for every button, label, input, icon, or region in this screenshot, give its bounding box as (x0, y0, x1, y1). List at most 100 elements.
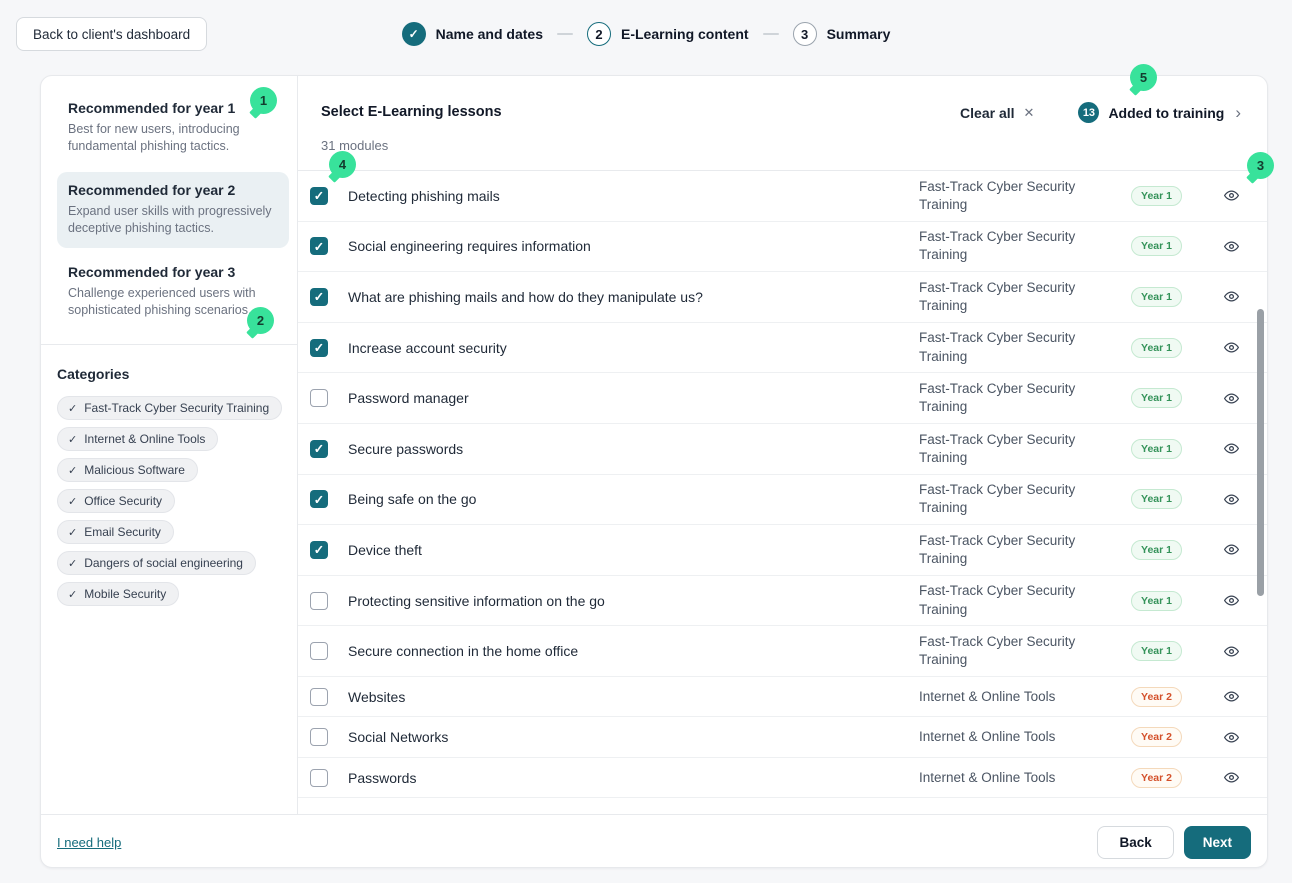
preview-eye-icon[interactable] (1204, 289, 1259, 304)
preview-eye-icon[interactable] (1204, 391, 1259, 406)
lesson-row[interactable]: ✓ What are phishing mails and how do they… (298, 272, 1267, 323)
category-chip-dangers-of-social-engineering[interactable]: ✓Dangers of social engineering (57, 551, 256, 575)
lesson-name: What are phishing mails and how do they … (348, 289, 919, 305)
lesson-row[interactable]: Secure connection in the home officeFast… (298, 626, 1267, 677)
clear-all-button[interactable]: Clear all ✕ (960, 105, 1034, 121)
lesson-panel-header: Select E-Learning lessons 31 modules Cle… (298, 76, 1267, 171)
lesson-checkbox[interactable]: ✓ (310, 541, 328, 559)
category-chip-mobile-security[interactable]: ✓Mobile Security (57, 582, 179, 606)
year-badge: Year 1 (1131, 439, 1182, 459)
clear-all-label: Clear all (960, 105, 1014, 121)
sidebar: Recommended for year 1Best for new users… (41, 76, 298, 814)
year-badge: Year 1 (1131, 338, 1182, 358)
recommendation-list: Recommended for year 1Best for new users… (57, 90, 289, 330)
preview-eye-icon[interactable] (1204, 340, 1259, 355)
recommendation-description: Challenge experienced users with sophist… (68, 285, 278, 318)
wizard-stepper: ✓Name and dates 2E-Learning content 3Summa… (0, 22, 1292, 46)
step-label: E-Learning content (621, 26, 749, 42)
preview-eye-icon[interactable] (1204, 730, 1259, 745)
lesson-checkbox[interactable]: ✓ (310, 440, 328, 458)
recommendation-title: Recommended for year 3 (68, 264, 278, 280)
preview-eye-icon[interactable] (1204, 239, 1259, 254)
year-badge: Year 2 (1131, 727, 1182, 747)
lesson-row[interactable]: Protecting sensitive information on the … (298, 576, 1267, 627)
category-chip-email-security[interactable]: ✓Email Security (57, 520, 174, 544)
lesson-checkbox[interactable]: ✓ (310, 490, 328, 508)
lesson-category: Fast-Track Cyber Security Training (919, 380, 1109, 416)
lesson-row[interactable]: ✓Detecting phishing mailsFast-Track Cybe… (298, 171, 1267, 222)
lesson-name: Passwords (348, 770, 919, 786)
lesson-name: Being safe on the go (348, 491, 919, 507)
step-name-and-dates[interactable]: ✓Name and dates (402, 22, 543, 46)
preview-eye-icon[interactable] (1204, 689, 1259, 704)
lesson-row[interactable]: ✓Secure passwordsFast-Track Cyber Securi… (298, 424, 1267, 475)
lesson-checkbox[interactable]: ✓ (310, 187, 328, 205)
lesson-checkbox[interactable] (310, 642, 328, 660)
step-summary[interactable]: 3Summary (793, 22, 891, 46)
added-count-badge: 13 (1078, 102, 1099, 123)
category-chip-label: Email Security (84, 525, 161, 539)
footer-buttons: Back Next (1097, 826, 1251, 859)
check-icon: ✓ (68, 495, 77, 508)
check-icon: ✓ (68, 402, 77, 415)
lesson-name: Websites (348, 689, 919, 705)
sidebar-divider (41, 344, 297, 345)
lesson-checkbox[interactable] (310, 389, 328, 407)
preview-eye-icon[interactable] (1204, 441, 1259, 456)
lesson-row[interactable] (298, 798, 1267, 814)
lesson-row[interactable]: PasswordsInternet & Online ToolsYear 2 (298, 758, 1267, 799)
year-badge: Year 2 (1131, 768, 1182, 788)
preview-eye-icon[interactable] (1204, 770, 1259, 785)
annotation-balloon-4: 4 (329, 151, 356, 178)
lesson-category: Internet & Online Tools (919, 728, 1109, 746)
categories-title: Categories (57, 366, 289, 382)
lesson-year-cell: Year 2 (1109, 687, 1204, 707)
lesson-name: Password manager (348, 390, 919, 406)
category-chip-row: ✓Internet & Online Tools (57, 427, 289, 458)
year-badge: Year 1 (1131, 287, 1182, 307)
preview-eye-icon[interactable] (1204, 593, 1259, 608)
lesson-checkbox[interactable] (310, 728, 328, 746)
lesson-checkbox[interactable]: ✓ (310, 339, 328, 357)
panel-title: Select E-Learning lessons (321, 104, 502, 120)
added-to-training-button[interactable]: 13 Added to training › (1078, 102, 1241, 123)
back-button[interactable]: Back (1097, 826, 1173, 859)
annotation-balloon-1: 1 (250, 87, 277, 114)
preview-eye-icon[interactable] (1204, 542, 1259, 557)
lesson-row[interactable]: WebsitesInternet & Online ToolsYear 2 (298, 677, 1267, 718)
lesson-checkbox[interactable]: ✓ (310, 288, 328, 306)
lesson-checkbox[interactable] (310, 592, 328, 610)
preview-eye-icon[interactable] (1204, 492, 1259, 507)
lesson-category: Fast-Track Cyber Security Training (919, 633, 1109, 669)
step-e-learning-content[interactable]: 2E-Learning content (587, 22, 749, 46)
category-chip-malicious-software[interactable]: ✓Malicious Software (57, 458, 198, 482)
lesson-row[interactable]: ✓Social engineering requires information… (298, 222, 1267, 273)
category-chip-row: ✓Fast-Track Cyber Security Training (57, 396, 289, 427)
lesson-checkbox[interactable] (310, 769, 328, 787)
preview-eye-icon[interactable] (1204, 644, 1259, 659)
category-chip-internet-online-tools[interactable]: ✓Internet & Online Tools (57, 427, 218, 451)
lesson-checkbox[interactable] (310, 688, 328, 706)
recommendation-title: Recommended for year 1 (68, 100, 278, 116)
lesson-year-cell: Year 1 (1109, 236, 1204, 256)
lesson-row[interactable]: Password managerFast-Track Cyber Securit… (298, 373, 1267, 424)
lesson-row[interactable]: ✓Increase account securityFast-Track Cyb… (298, 323, 1267, 374)
lesson-row[interactable]: ✓Device theftFast-Track Cyber Security T… (298, 525, 1267, 576)
category-chip-list: ✓Fast-Track Cyber Security Training ✓Inte… (57, 396, 289, 613)
help-link[interactable]: I need help (57, 835, 121, 850)
year-badge: Year 1 (1131, 489, 1182, 509)
preview-eye-icon[interactable] (1204, 188, 1259, 203)
lesson-name: Detecting phishing mails (348, 188, 919, 204)
lesson-row[interactable]: Social NetworksInternet & Online ToolsYe… (298, 717, 1267, 758)
lesson-name: Device theft (348, 542, 919, 558)
lesson-category: Fast-Track Cyber Security Training (919, 329, 1109, 365)
scrollbar-thumb[interactable] (1257, 309, 1264, 596)
check-icon: ✓ (68, 557, 77, 570)
category-chip-office-security[interactable]: ✓Office Security (57, 489, 175, 513)
next-button[interactable]: Next (1184, 826, 1251, 859)
sidebar-item-recommended-for-year-2[interactable]: Recommended for year 2Expand user skills… (57, 172, 289, 248)
step-label: Summary (827, 26, 891, 42)
category-chip-fast-track-cyber-security-training[interactable]: ✓Fast-Track Cyber Security Training (57, 396, 282, 420)
lesson-row[interactable]: ✓Being safe on the goFast-Track Cyber Se… (298, 475, 1267, 526)
lesson-checkbox[interactable]: ✓ (310, 237, 328, 255)
